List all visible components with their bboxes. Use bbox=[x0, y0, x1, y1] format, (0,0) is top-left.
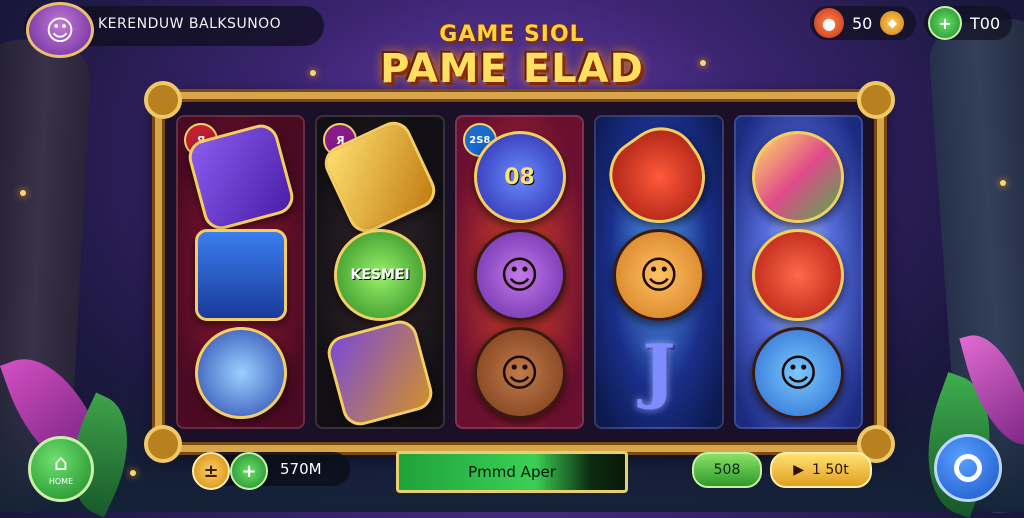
frame-ornament bbox=[144, 425, 182, 463]
symbol-striped-gem bbox=[752, 131, 845, 223]
sparkle bbox=[20, 190, 26, 196]
symbol-green-gem: KESMEI bbox=[334, 229, 427, 321]
avatar-icon[interactable]: ☺ bbox=[26, 2, 94, 58]
home-label: HOME bbox=[48, 476, 74, 486]
logo-line-1: GAME SIOL bbox=[439, 22, 585, 47]
symbol-blue-orb: 08 bbox=[473, 131, 566, 223]
reels-area: Я Я KESMEI 2S8 08 ☺ ☺ ☺ bbox=[176, 115, 864, 429]
sparkle bbox=[310, 70, 316, 76]
bet-minus-button[interactable]: ± bbox=[192, 452, 230, 490]
sparkle bbox=[130, 470, 136, 476]
action-bar-button[interactable]: Pmmd Aper bbox=[396, 451, 628, 493]
reel-1: Я bbox=[176, 115, 306, 429]
bet-control: ± + 570M bbox=[192, 452, 350, 490]
settings-icon bbox=[954, 454, 982, 482]
win-label: 508 bbox=[713, 462, 741, 478]
symbol-purple-cat: ☺ bbox=[473, 229, 566, 321]
symbol-red-potion bbox=[596, 117, 722, 242]
reel-2: Я KESMEI bbox=[315, 115, 445, 429]
symbol-label: J bbox=[642, 328, 676, 412]
plus-icon[interactable]: + bbox=[928, 6, 962, 40]
home-button[interactable]: ⌂ HOME bbox=[28, 436, 94, 502]
action-label: Pmmd Aper bbox=[468, 463, 556, 481]
logo-line-2: PAME ELAD bbox=[380, 46, 644, 92]
symbol-brown-bear: ☺ bbox=[473, 327, 566, 419]
coin-icon: ● bbox=[814, 8, 844, 38]
slot-machine-frame: Я Я KESMEI 2S8 08 ☺ ☺ ☺ bbox=[144, 81, 895, 463]
add-value: T00 bbox=[970, 13, 1001, 33]
symbol-blue-chest bbox=[194, 229, 287, 321]
profile-panel[interactable]: ☺ KERENDUW BALKSUNOO bbox=[24, 2, 324, 58]
play-icon: ▶ bbox=[793, 462, 805, 478]
sparkle bbox=[1000, 180, 1006, 186]
symbol-blue-gem bbox=[181, 314, 300, 427]
symbol-letter-j: J bbox=[616, 327, 702, 413]
spin-value: 1 50t bbox=[812, 462, 849, 478]
symbol-blue-wolf: ☺ bbox=[752, 327, 845, 419]
add-currency[interactable]: + T00 bbox=[924, 6, 1013, 40]
sparkle bbox=[700, 60, 706, 66]
spin-button[interactable]: ▶ 1 50t bbox=[770, 452, 872, 488]
symbol-gift-box bbox=[323, 316, 437, 427]
symbol-red-ball bbox=[752, 229, 845, 321]
bet-plus-button[interactable]: + bbox=[230, 452, 268, 490]
home-icon: ⌂ bbox=[54, 450, 68, 476]
symbol-orange-fox: ☺ bbox=[612, 229, 705, 321]
minus-icon: ± bbox=[203, 460, 219, 482]
reel-5: ☺ bbox=[733, 115, 864, 429]
reel-3: 2S8 08 ☺ ☺ bbox=[454, 115, 585, 429]
win-button[interactable]: 508 bbox=[692, 452, 762, 488]
bet-value: 570M bbox=[280, 460, 322, 478]
frame-ornament bbox=[857, 81, 895, 119]
frame-ornament bbox=[144, 81, 182, 119]
settings-button[interactable] bbox=[934, 434, 1002, 502]
player-name: KERENDUW BALKSUNOO bbox=[98, 16, 282, 32]
coins-counter: ● 50 ◆ bbox=[810, 6, 917, 40]
gem-icon: ◆ bbox=[880, 11, 905, 35]
symbol-label: 08 bbox=[504, 164, 535, 190]
reel-4: ☺ J bbox=[594, 115, 724, 429]
symbol-label: KESMEI bbox=[350, 267, 410, 283]
coins-value: 50 bbox=[852, 13, 873, 33]
plus-icon: + bbox=[241, 460, 257, 482]
